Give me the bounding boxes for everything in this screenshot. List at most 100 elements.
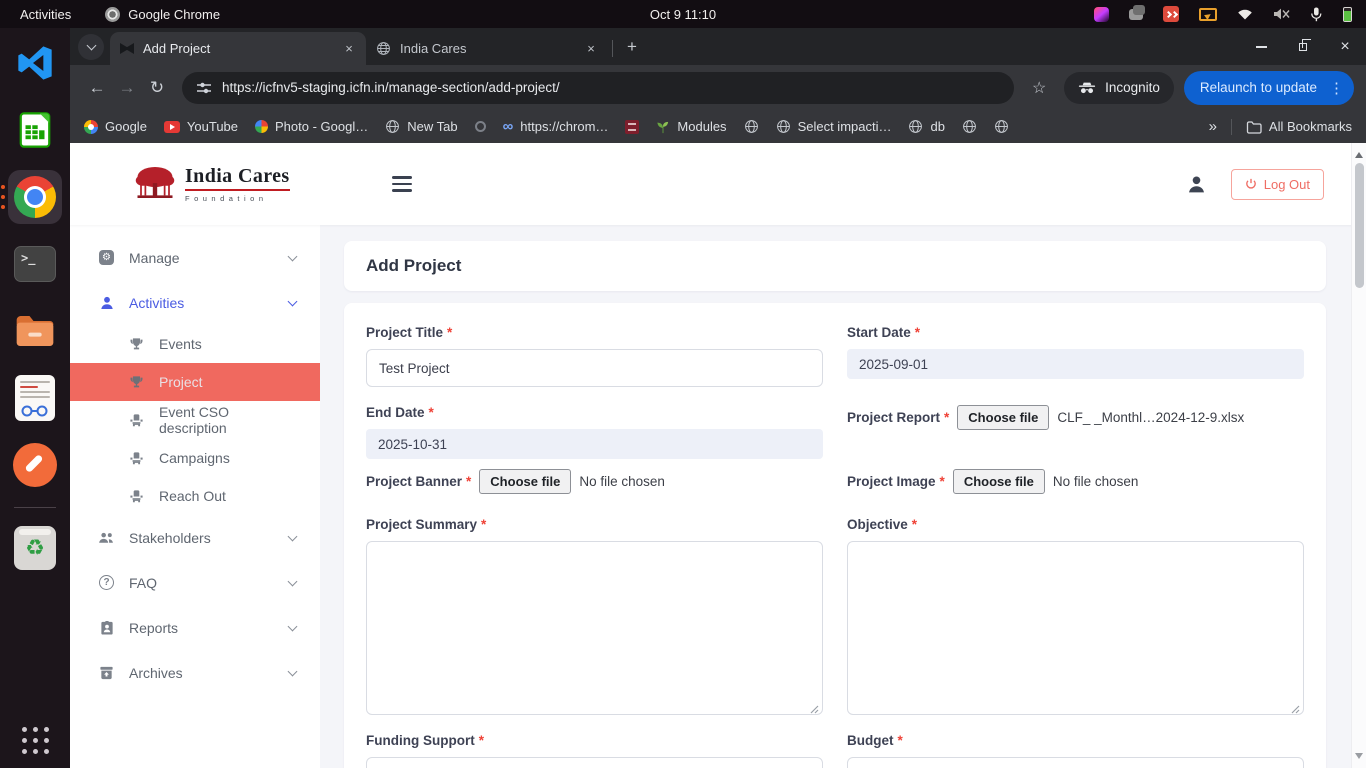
brand-logo[interactable]: India Cares Foundation — [134, 165, 290, 203]
tab-strip: Add Project × India Cares × + × — [70, 28, 1366, 65]
reload-button[interactable]: ↻ — [142, 73, 172, 103]
user-profile-icon[interactable] — [1186, 174, 1207, 195]
project-banner-group: Project Banner* Choose file No file chos… — [366, 469, 823, 494]
bookmark-chrome-link[interactable]: ∞https://chrom… — [503, 119, 609, 134]
sidebar-item-archives[interactable]: Archives — [70, 650, 320, 695]
bookmark-modules[interactable]: Modules — [656, 119, 726, 134]
seat-icon — [128, 451, 145, 466]
scroll-up-arrow[interactable] — [1355, 148, 1363, 158]
budget-input[interactable] — [847, 757, 1304, 768]
funding-support-input[interactable] — [366, 757, 823, 768]
dock-item-google-chrome[interactable] — [8, 170, 62, 224]
logo-underline — [185, 189, 290, 191]
project-banner-choose-file-button[interactable]: Choose file — [479, 469, 571, 494]
dock-item-postman[interactable] — [8, 438, 62, 492]
project-summary-textarea[interactable] — [366, 541, 823, 715]
project-title-input[interactable] — [366, 349, 823, 387]
bookmark-untitled[interactable] — [962, 119, 977, 134]
screen-record-icon — [1163, 6, 1179, 22]
bookmarks-overflow-button[interactable]: » — [1209, 118, 1217, 135]
microphone-icon — [1310, 7, 1323, 22]
bookmark-untitled[interactable] — [475, 121, 486, 132]
sidebar-item-events[interactable]: Events — [70, 325, 320, 363]
close-window-button[interactable]: × — [1338, 40, 1352, 54]
focused-app-menu[interactable]: Google Chrome — [105, 7, 220, 22]
bookmark-untitled[interactable] — [744, 119, 759, 134]
divider — [1231, 119, 1232, 135]
project-report-choose-file-button[interactable]: Choose file — [957, 405, 1049, 430]
bookmark-youtube[interactable]: YouTube — [164, 119, 238, 134]
resize-grip-icon[interactable] — [1291, 705, 1300, 714]
clock[interactable]: Oct 9 11:10 — [650, 0, 716, 28]
scroll-down-arrow[interactable] — [1355, 753, 1363, 763]
trash-icon: ♻ — [14, 526, 56, 570]
bookmark-untitled[interactable] — [994, 119, 1009, 134]
globe-icon — [744, 119, 759, 134]
dock-item-vscode[interactable] — [8, 36, 62, 90]
start-date-input[interactable] — [847, 349, 1304, 379]
relaunch-to-update-button[interactable]: Relaunch to update ⋮ — [1184, 71, 1354, 105]
bookmark-star-icon[interactable]: ☆ — [1024, 73, 1054, 103]
page-scrollbar[interactable] — [1351, 143, 1366, 768]
files-icon — [15, 314, 55, 348]
system-tray[interactable] — [1094, 0, 1352, 28]
sidebar-item-reports[interactable]: Reports — [70, 605, 320, 650]
logout-button[interactable]: Log Out — [1231, 169, 1324, 200]
people-icon — [98, 530, 115, 545]
bookmark-select-impact[interactable]: Select impacti… — [776, 119, 892, 134]
sidebar-item-activities[interactable]: Activities — [70, 280, 320, 325]
funding-support-label: Funding Support* — [366, 733, 823, 748]
site-settings-icon[interactable] — [196, 80, 212, 96]
question-circle-icon: ? — [98, 575, 115, 590]
objective-group: Objective* — [847, 517, 1304, 733]
bookmark-new-tab[interactable]: New Tab — [385, 119, 457, 134]
sidebar-item-reach-out[interactable]: Reach Out — [70, 477, 320, 515]
incognito-icon — [1078, 81, 1096, 95]
sidebar-item-project[interactable]: Project — [70, 363, 320, 401]
browser-menu-icon[interactable]: ⋮ — [1329, 79, 1344, 97]
bookmark-google[interactable]: Google — [84, 119, 147, 134]
tab-add-project[interactable]: Add Project × — [110, 32, 366, 65]
objective-label: Objective* — [847, 517, 1304, 532]
tab-close-button[interactable]: × — [582, 40, 600, 58]
bookmarks-bar: Google YouTube Photo - Googl… New Tab ∞h… — [70, 110, 1366, 143]
youtube-icon — [164, 121, 180, 133]
dock-item-trash[interactable]: ♻ — [8, 521, 62, 575]
sidebar-item-stakeholders[interactable]: Stakeholders — [70, 515, 320, 560]
sidebar-item-faq[interactable]: ? FAQ — [70, 560, 320, 605]
bookmark-db[interactable]: db — [908, 119, 944, 134]
tab-close-button[interactable]: × — [340, 40, 358, 58]
chrome-mini-icon — [105, 7, 120, 22]
restore-button[interactable] — [1296, 40, 1310, 54]
sidebar-item-manage[interactable]: ⚙ Manage — [70, 235, 320, 280]
dock-item-libreoffice-calc[interactable] — [8, 103, 62, 157]
activities-button[interactable]: Activities — [20, 7, 71, 22]
sidebar-item-event-cso-description[interactable]: Event CSO description — [70, 401, 320, 439]
dock-item-terminal[interactable]: >_ — [8, 237, 62, 291]
back-button[interactable]: ← — [82, 73, 112, 103]
globe-favicon — [376, 41, 391, 56]
address-bar[interactable]: https://icfnv5-staging.icfn.in/manage-se… — [182, 72, 1014, 104]
new-tab-button[interactable]: + — [619, 34, 645, 60]
bookmark-bajaj[interactable] — [625, 120, 639, 134]
show-applications-button[interactable] — [22, 727, 49, 754]
main-content: Add Project Project Title* — [320, 225, 1366, 768]
sidebar-toggle-button[interactable] — [386, 170, 418, 198]
tab-india-cares[interactable]: India Cares × — [366, 32, 608, 65]
all-bookmarks-button[interactable]: All Bookmarks — [1246, 119, 1352, 134]
project-image-choose-file-button[interactable]: Choose file — [953, 469, 1045, 494]
end-date-input[interactable] — [366, 429, 823, 459]
minimize-button[interactable] — [1254, 40, 1268, 54]
tab-search-button[interactable] — [78, 34, 104, 60]
volume-muted-icon — [1273, 7, 1290, 21]
bookmark-photos[interactable]: Photo - Googl… — [255, 119, 368, 134]
scrollbar-thumb[interactable] — [1355, 163, 1364, 288]
forward-button[interactable]: → — [112, 73, 142, 103]
resize-grip-icon[interactable] — [810, 705, 819, 714]
dock-item-files[interactable] — [8, 304, 62, 358]
sidebar-item-campaigns[interactable]: Campaigns — [70, 439, 320, 477]
folder-icon — [1246, 120, 1262, 134]
dock-item-document-viewer[interactable] — [8, 371, 62, 425]
google-icon — [84, 120, 98, 134]
objective-textarea[interactable] — [847, 541, 1304, 715]
